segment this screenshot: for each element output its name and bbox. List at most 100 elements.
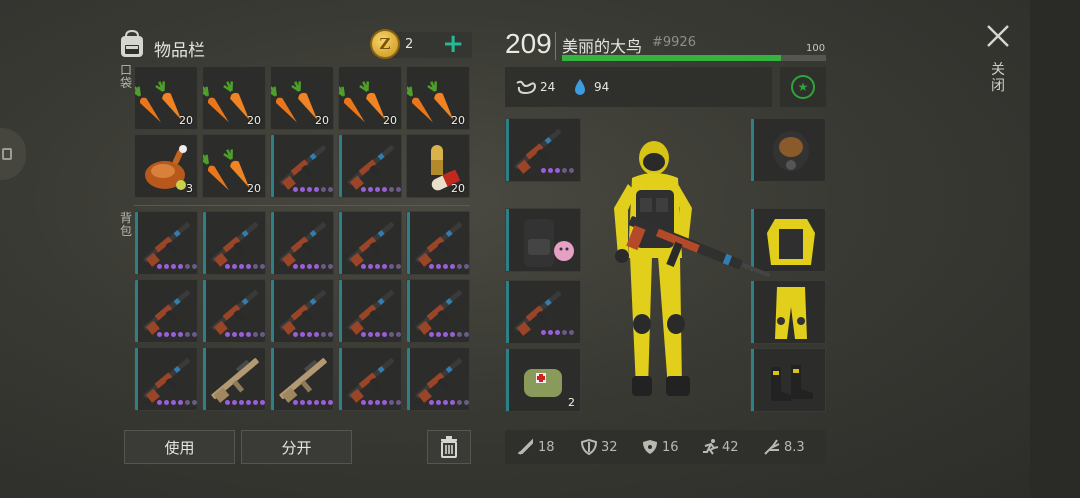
backpack-slot[interactable]	[134, 347, 198, 411]
rarity-stripe	[135, 280, 138, 342]
backpack-slot[interactable]	[406, 211, 470, 275]
armor-stat: 16	[641, 430, 679, 464]
backpack-label: 背包	[119, 211, 132, 238]
backpack-slot[interactable]	[270, 279, 334, 343]
star-icon: ★	[791, 75, 815, 99]
upgrade-dots	[225, 332, 265, 337]
equip-slot-medkit[interactable]: 2	[505, 348, 581, 412]
upgrade-dots	[361, 264, 401, 269]
upgrade-dots	[293, 332, 333, 337]
armor-stat: 8.3	[763, 430, 805, 464]
backpack-slot[interactable]	[338, 279, 402, 343]
item-count: 3	[186, 182, 193, 195]
backpack-slot[interactable]	[270, 347, 334, 411]
armor-stat: 32	[580, 430, 618, 464]
armor-stat-value: 42	[722, 439, 739, 455]
pocket-slot[interactable]: 3	[134, 134, 198, 198]
hazard-shield-icon	[643, 440, 657, 454]
upgrade-dots	[429, 332, 469, 337]
armor-stat-value: 32	[601, 439, 618, 455]
backpack-slot[interactable]	[338, 347, 402, 411]
pocket-slot[interactable]: 20	[338, 66, 402, 130]
stomach-icon	[516, 80, 537, 95]
backpack-slot[interactable]	[134, 279, 198, 343]
rarity-stripe	[203, 212, 206, 274]
upgrade-dots	[157, 332, 197, 337]
favorite-button[interactable]: ★	[780, 67, 826, 107]
rarity-stripe	[135, 212, 138, 274]
backpack-slot[interactable]	[134, 211, 198, 275]
hunger-value: 24	[540, 80, 556, 94]
pocket-slot[interactable]: 20	[202, 134, 266, 198]
rarity-stripe	[339, 212, 342, 274]
rarity-stripe	[506, 281, 509, 343]
upgrade-dots	[361, 400, 401, 405]
item-count: 2	[568, 396, 575, 409]
equip-slot-rifle[interactable]	[505, 118, 581, 182]
shield-icon	[580, 438, 598, 456]
pocket-slot[interactable]: 20	[202, 66, 266, 130]
add-coins-button[interactable]: +	[442, 31, 464, 57]
upgrade-dots	[225, 400, 265, 405]
armor-stat-value: 18	[538, 439, 555, 455]
rarity-stripe	[339, 280, 342, 342]
backpack-slot[interactable]	[406, 279, 470, 343]
rarity-stripe	[407, 348, 410, 410]
item-count: 20	[247, 182, 261, 195]
item-count: 20	[247, 114, 261, 127]
upgrade-dots	[293, 264, 333, 269]
coin-icon: Z	[370, 29, 400, 59]
pocket-slot[interactable]: 20	[270, 66, 334, 130]
player-level: 209	[505, 28, 552, 59]
pocket-slot[interactable]: 20	[406, 66, 470, 130]
pocket-slot[interactable]: 20	[134, 66, 198, 130]
pocket-slot[interactable]	[270, 134, 334, 198]
backpack-slot[interactable]	[202, 279, 266, 343]
backpack-slot[interactable]	[270, 211, 334, 275]
upgrade-dots	[293, 187, 333, 192]
character-model	[614, 141, 771, 396]
inventory-header: 物品栏 Z 2 +	[116, 28, 472, 62]
survival-stats: 24 94	[505, 67, 772, 107]
upgrade-dots	[429, 264, 469, 269]
use-button[interactable]: 使用	[124, 430, 235, 464]
pocket-slot[interactable]: 20	[406, 134, 470, 198]
armor-stats: 18 32 16 42 8.3	[505, 430, 826, 464]
upgrade-dots	[541, 168, 574, 173]
name-separator	[555, 32, 556, 60]
rarity-stripe	[271, 348, 274, 410]
side-tab-icon	[2, 148, 12, 160]
rarity-stripe	[135, 348, 138, 410]
side-tab-button[interactable]	[0, 128, 26, 180]
pocket-slot[interactable]	[338, 134, 402, 198]
pocket-divider	[134, 205, 470, 206]
backpack-grid	[134, 211, 470, 411]
backpack-slot[interactable]	[202, 347, 266, 411]
rarity-stripe	[271, 280, 274, 342]
rarity-stripe	[271, 135, 274, 197]
upgrade-dots	[361, 332, 401, 337]
equip-slot-backpack[interactable]	[505, 208, 581, 272]
upgrade-dots	[361, 187, 401, 192]
rarity-stripe	[203, 348, 206, 410]
hp-bar	[562, 55, 826, 61]
item-count: 20	[451, 114, 465, 127]
backpack-item-icon	[524, 219, 574, 267]
trash-button[interactable]	[427, 430, 471, 464]
backpack-slot[interactable]	[338, 211, 402, 275]
thirst-value: 94	[594, 80, 610, 94]
backpack-slot[interactable]	[202, 211, 266, 275]
close-label[interactable]: 关闭	[988, 62, 1008, 94]
item-count: 20	[315, 114, 329, 127]
backpack-slot[interactable]	[406, 347, 470, 411]
equip-slot-rifle[interactable]	[505, 280, 581, 344]
hp-max: 100	[806, 43, 826, 54]
rarity-stripe	[203, 280, 206, 342]
upgrade-dots	[293, 400, 333, 405]
armor-stat: 42	[701, 430, 739, 464]
close-icon[interactable]	[984, 22, 1012, 50]
stealth-icon	[764, 439, 780, 455]
player-name: 美丽的大鸟	[562, 37, 643, 56]
item-count: 20	[179, 114, 193, 127]
split-button[interactable]: 分开	[241, 430, 352, 464]
